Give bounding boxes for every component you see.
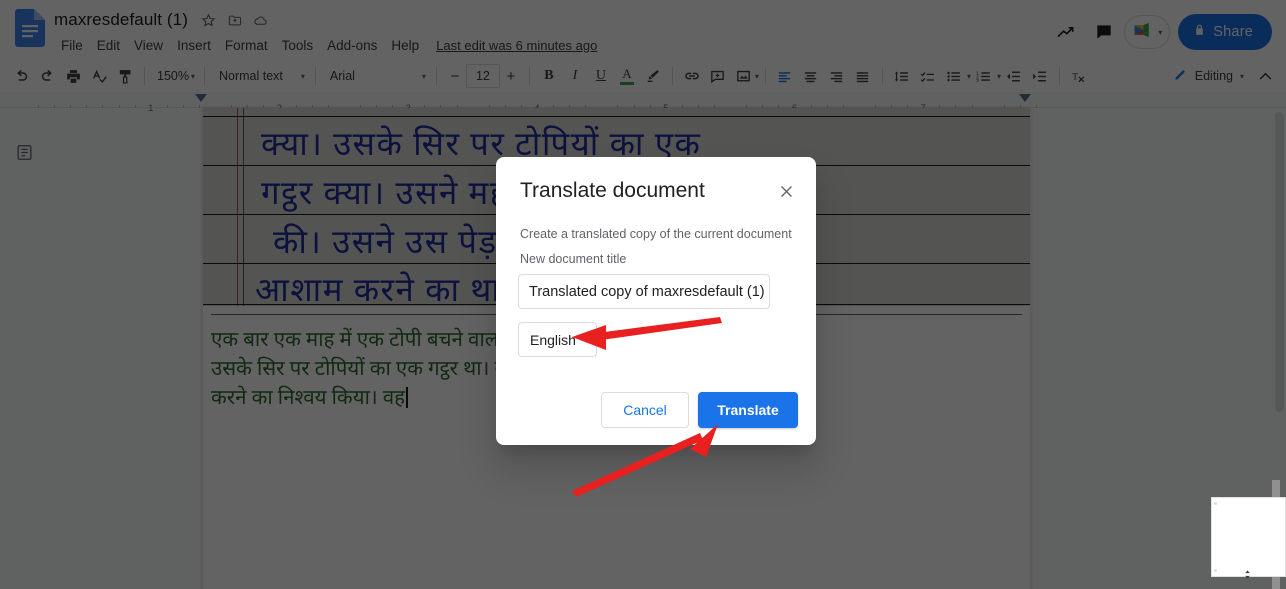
dialog-description: Create a translated copy of the current … (520, 227, 792, 241)
popup-resize-handle[interactable] (1240, 568, 1254, 580)
close-icon[interactable] (772, 177, 800, 205)
language-dropdown[interactable]: English ▾ (518, 322, 597, 357)
popup-dot (1214, 502, 1217, 505)
new-document-title-label: New document title (520, 252, 627, 266)
dialog-actions: Cancel Translate (601, 392, 798, 428)
dialog-title: Translate document (520, 179, 705, 202)
language-value: English (530, 331, 576, 348)
bottom-right-popup[interactable] (1211, 497, 1286, 580)
popup-dot (1214, 569, 1217, 572)
new-document-title-input[interactable]: Translated copy of maxresdefault (1) (518, 274, 770, 309)
translate-document-dialog: Translate document Create a translated c… (496, 157, 816, 445)
chevron-down-icon: ▾ (582, 335, 587, 344)
google-docs-window: maxresdefault (1) (0, 0, 1286, 589)
cancel-button[interactable]: Cancel (601, 392, 689, 428)
translate-button[interactable]: Translate (698, 392, 798, 428)
